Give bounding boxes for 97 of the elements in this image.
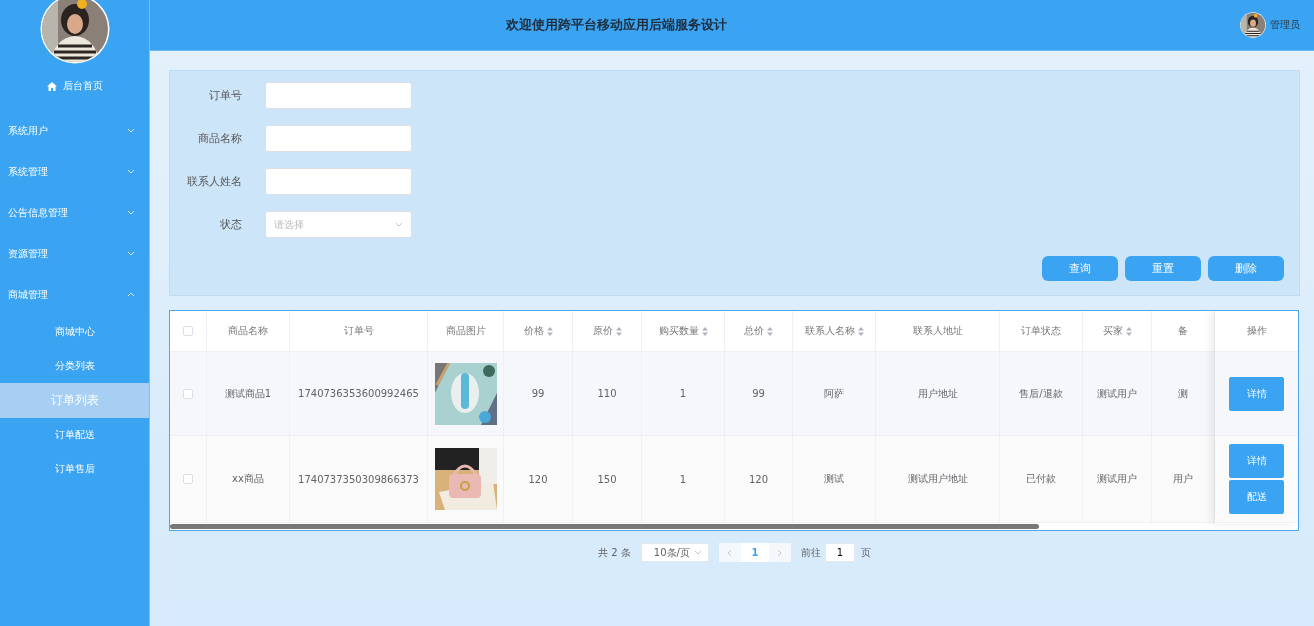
table-cell: 测试 — [824, 472, 844, 486]
field-label: 联系人姓名 — [186, 174, 242, 189]
column-header: 订单状态 — [1021, 324, 1061, 338]
select-all-checkbox[interactable] — [183, 326, 193, 336]
input-field[interactable] — [265, 82, 412, 109]
table-cell: 150 — [597, 473, 617, 485]
action-button[interactable]: 重置 — [1125, 256, 1201, 281]
sort-icon[interactable] — [546, 326, 553, 336]
sort-icon[interactable] — [1125, 326, 1132, 336]
row-action-button[interactable]: 详情 — [1229, 376, 1284, 411]
row-checkbox[interactable] — [183, 474, 193, 484]
prev-page-button[interactable] — [718, 543, 741, 562]
column-header: 订单号 — [343, 324, 374, 338]
chevron-right-icon — [777, 548, 783, 557]
page-title: 欢迎使用跨平台移动应用后端服务设计 — [506, 16, 727, 34]
table-cell: 1 — [679, 388, 687, 399]
table-cell: 测试商品1 — [224, 386, 272, 401]
table-cell: 已付款 — [1026, 472, 1056, 486]
chevron-left-icon — [727, 548, 733, 557]
table-cell: 测 — [1178, 386, 1188, 401]
table-cell: 110 — [597, 388, 617, 399]
home-icon — [46, 81, 57, 91]
goto-label: 前往 — [800, 545, 821, 560]
menu-group[interactable]: 商城管理 — [0, 274, 149, 315]
table-cell: xx商品 — [232, 472, 264, 486]
chevron-down-icon — [395, 222, 403, 227]
sort-icon[interactable] — [615, 326, 622, 336]
menu-label: 系统用户 — [8, 123, 48, 138]
table-cell: 99 — [752, 388, 765, 399]
horizontal-scrollbar[interactable] — [170, 524, 1039, 529]
column-header: 操作 — [1246, 324, 1267, 338]
home-menu-item[interactable]: 后台首页 — [46, 70, 103, 102]
menu-label: 后台首页 — [62, 79, 103, 93]
sort-icon[interactable] — [701, 326, 708, 336]
table-cell: 测试用户 — [1097, 472, 1137, 486]
submenu-item[interactable]: 商城中心 — [0, 315, 149, 349]
submenu-item[interactable]: 订单售后 — [0, 452, 149, 486]
chevron-down-icon — [127, 251, 135, 256]
table-cell: 120 — [748, 473, 769, 485]
menu-label: 资源管理 — [8, 246, 48, 261]
chevron-up-icon — [127, 292, 135, 297]
table-cell: 用户 — [1173, 472, 1193, 486]
column-header: 购买数量 — [658, 324, 699, 338]
menu-group[interactable]: 公告信息管理 — [0, 192, 149, 233]
table-cell: 1740736353600992465 — [298, 388, 419, 399]
field-label: 订单号 — [208, 88, 242, 103]
next-page-button[interactable] — [768, 543, 791, 562]
column-header: 原价 — [592, 324, 613, 338]
action-button[interactable]: 查询 — [1042, 256, 1118, 281]
table-cell: 1 — [679, 473, 687, 485]
menu-group[interactable]: 资源管理 — [0, 233, 149, 274]
submenu-item[interactable]: 订单列表 — [0, 383, 149, 418]
column-header: 商品图片 — [445, 324, 486, 338]
column-header: 买家 — [1102, 324, 1123, 338]
menu-group[interactable]: 系统管理 — [0, 151, 149, 192]
chevron-down-icon — [693, 550, 702, 555]
table-cell: 用户地址 — [917, 386, 958, 401]
page-number[interactable]: 1 — [740, 543, 769, 562]
table-cell: 测试用户 — [1097, 386, 1137, 401]
table-cell: 售后/退款 — [1019, 386, 1063, 401]
field-label: 商品名称 — [197, 131, 242, 146]
menu-group[interactable]: 系统用户 — [0, 110, 149, 151]
menu-label: 商城管理 — [8, 287, 48, 302]
row-action-button[interactable]: 详情 — [1229, 444, 1284, 478]
submenu-item[interactable]: 订单配送 — [0, 418, 149, 452]
column-header: 联系人名称 — [804, 324, 855, 338]
chevron-down-icon — [127, 210, 135, 215]
table-cell: 120 — [528, 473, 548, 485]
avatar — [1240, 12, 1266, 38]
column-header: 价格 — [523, 324, 544, 338]
column-header: 商品名称 — [228, 324, 268, 338]
input-field[interactable] — [265, 168, 412, 195]
submenu-item[interactable]: 分类列表 — [0, 349, 149, 383]
page-size-select[interactable]: 10条/页 — [640, 543, 709, 562]
page-suffix: 页 — [860, 545, 871, 560]
user-name[interactable]: 管理员 — [1270, 18, 1300, 32]
table-cell: 阿萨 — [824, 386, 844, 401]
input-field[interactable] — [265, 125, 412, 152]
action-button[interactable]: 删除 — [1208, 256, 1284, 281]
column-header: 总价 — [744, 324, 764, 338]
table-cell: 测试用户地址 — [907, 472, 968, 486]
column-header: 联系人地址 — [912, 324, 963, 338]
row-checkbox[interactable] — [183, 388, 193, 399]
field-label: 状态 — [219, 217, 242, 232]
chevron-down-icon — [127, 169, 135, 174]
status-select[interactable]: 请选择 — [265, 211, 412, 238]
column-header: 备 — [1178, 324, 1188, 338]
row-action-button[interactable]: 配送 — [1229, 480, 1284, 514]
table-cell: 99 — [531, 388, 545, 399]
menu-label: 系统管理 — [8, 164, 48, 179]
sort-icon[interactable] — [767, 326, 773, 336]
goto-page-field[interactable]: 1 — [824, 543, 855, 562]
chevron-down-icon — [127, 128, 135, 133]
sort-icon[interactable] — [857, 326, 864, 336]
menu-label: 公告信息管理 — [8, 205, 68, 220]
total-count: 共 2 条 — [598, 545, 631, 560]
table-cell: 1740737350309866373 — [298, 473, 419, 485]
